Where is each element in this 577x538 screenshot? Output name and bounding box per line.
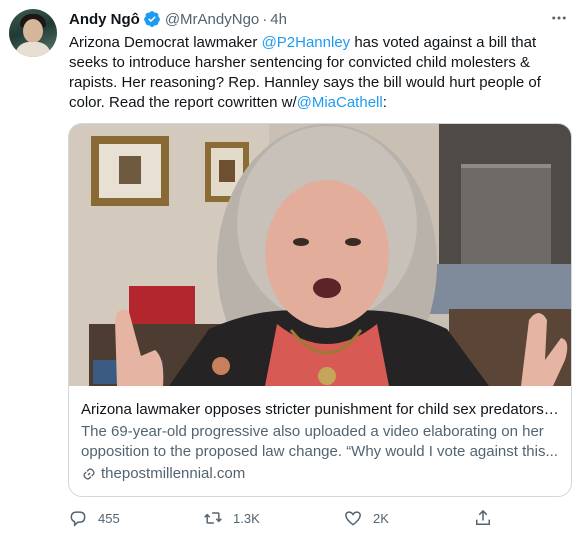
tweet-actions-bar: 455 1.3K 2K bbox=[68, 508, 508, 528]
author-name[interactable]: Andy Ngô bbox=[69, 11, 140, 28]
card-domain: thepostmillennial.com bbox=[81, 464, 245, 484]
author-handle[interactable]: @MrAndyNgo bbox=[165, 11, 259, 28]
retweet-count: 1.3K bbox=[233, 510, 260, 526]
share-button[interactable] bbox=[473, 508, 503, 528]
avatar-face bbox=[23, 19, 43, 43]
like-button[interactable]: 2K bbox=[343, 508, 389, 528]
like-count: 2K bbox=[373, 510, 389, 526]
more-options-button[interactable] bbox=[549, 9, 569, 27]
more-options-icon bbox=[552, 16, 566, 20]
tweet-text: Arizona Democrat lawmaker @P2Hannley has… bbox=[69, 33, 569, 113]
reply-button[interactable]: 455 bbox=[68, 508, 120, 528]
share-icon bbox=[476, 509, 490, 525]
mention-link-p2hannley[interactable]: @P2Hannley bbox=[262, 34, 351, 51]
tweet-text-part: Arizona Democrat lawmaker bbox=[69, 34, 262, 51]
link-preview-card[interactable]: Arizona lawmaker opposes stricter punish… bbox=[68, 123, 572, 497]
tweet-header: Andy Ngô @MrAndyNgo · 4h bbox=[69, 9, 287, 29]
card-description: The 69-year-old progressive also uploade… bbox=[81, 423, 558, 460]
separator-dot: · bbox=[262, 10, 268, 28]
verified-badge-icon bbox=[143, 11, 160, 27]
author-avatar[interactable] bbox=[9, 9, 57, 57]
card-domain-text: thepostmillennial.com bbox=[101, 465, 246, 482]
reply-icon bbox=[70, 511, 86, 527]
reply-count: 455 bbox=[98, 510, 120, 526]
avatar-shirt bbox=[15, 42, 51, 57]
retweet-button[interactable]: 1.3K bbox=[203, 508, 260, 528]
retweet-icon bbox=[204, 512, 222, 524]
mention-link-miacathell[interactable]: @MiaCathell bbox=[297, 94, 383, 111]
card-title[interactable]: Arizona lawmaker opposes stricter punish… bbox=[81, 400, 561, 420]
heart-icon bbox=[345, 511, 361, 526]
card-thumbnail-image[interactable] bbox=[69, 124, 571, 386]
tweet-timestamp[interactable]: 4h bbox=[270, 11, 287, 28]
tweet-text-part: : bbox=[382, 94, 387, 111]
link-icon bbox=[83, 468, 95, 480]
